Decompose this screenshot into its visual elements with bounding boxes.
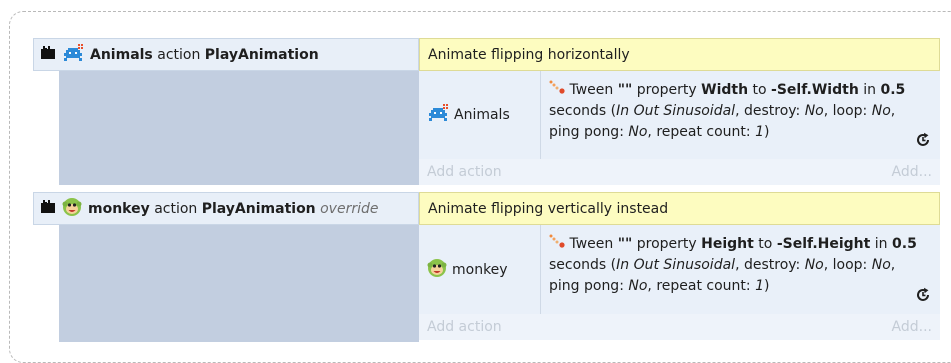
tween-icon (549, 234, 569, 252)
add-more-button[interactable]: Add... (892, 164, 932, 180)
event-conditions-area[interactable] (59, 71, 419, 185)
add-action-button[interactable]: Add action (427, 319, 502, 335)
add-more-button[interactable]: Add... (892, 319, 932, 335)
action-object-name: Animals (454, 107, 510, 123)
space-invader-icon (427, 104, 449, 126)
repeat-icon[interactable] (915, 132, 931, 155)
function-header[interactable]: Animals action PlayAnimation (33, 38, 419, 71)
folder-icon (40, 199, 56, 218)
function-header[interactable]: monkey action PlayAnimation override (33, 192, 419, 225)
event-comment[interactable]: Animate flipping horizontally (419, 38, 940, 71)
tween-icon (549, 80, 569, 98)
function-event-monkey: monkey action PlayAnimation override Ani… (33, 192, 940, 342)
object-name: monkey (88, 200, 150, 217)
folder-icon (40, 45, 56, 64)
repeat-icon[interactable] (915, 287, 931, 310)
override-label: override (320, 200, 379, 217)
action-word: action (157, 46, 201, 63)
animation-name: PlayAnimation (204, 46, 319, 63)
animation-name: PlayAnimation (201, 200, 316, 217)
add-action-row: Add action Add... (419, 314, 940, 340)
action-object[interactable]: monkey (419, 225, 540, 314)
object-name: Animals (90, 46, 153, 63)
action-object[interactable]: Animals (419, 71, 540, 159)
monkey-icon (427, 258, 447, 282)
action-object-name: monkey (452, 261, 508, 278)
event-conditions-area[interactable] (59, 225, 419, 342)
add-action-button[interactable]: Add action (427, 164, 502, 180)
tween-action[interactable]: Tween "" property Height to -Self.Height… (540, 225, 940, 314)
action-word: action (154, 200, 198, 217)
space-invader-icon (62, 43, 84, 66)
event-comment[interactable]: Animate flipping vertically instead (419, 192, 940, 225)
tween-action[interactable]: Tween "" property Width to -Self.Width i… (540, 71, 940, 159)
function-event-animals: Animals action PlayAnimation Animate fli… (33, 38, 940, 185)
monkey-icon (62, 197, 82, 221)
add-action-row: Add action Add... (419, 159, 940, 185)
